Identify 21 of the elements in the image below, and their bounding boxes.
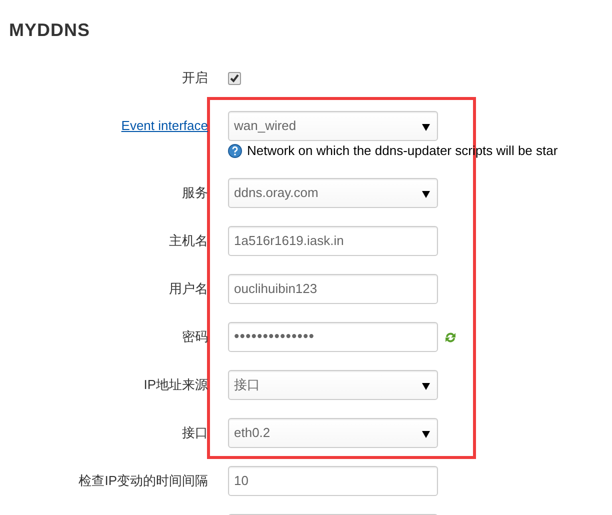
field-label: 开启 (182, 69, 208, 88)
dropdown-caret-icon (422, 123, 430, 131)
help-icon (228, 144, 242, 158)
text-input-field[interactable]: 10 (228, 466, 438, 496)
password-field[interactable]: •••••••••••••• (228, 322, 438, 352)
dropdown-caret-icon (422, 430, 430, 438)
text-input-field[interactable]: ouclihuibin123 (228, 274, 438, 304)
dropdown-caret-icon (422, 190, 430, 198)
dropdown-select[interactable]: wan_wired (228, 111, 438, 141)
field-label: 接口 (182, 424, 208, 442)
field-label: 用户名 (169, 280, 208, 298)
section-title: MYDDNS (9, 19, 90, 42)
dropdown-caret-icon (422, 382, 430, 390)
dropdown-select[interactable]: ddns.oray.com (228, 178, 438, 208)
refresh-icon[interactable] (444, 330, 457, 344)
dropdown-select[interactable]: eth0.2 (228, 418, 438, 448)
enable-checkbox[interactable] (228, 72, 241, 84)
field-label: 主机名 (169, 232, 208, 250)
dropdown-select[interactable]: 接口 (228, 370, 438, 400)
text-input-field[interactable]: 1a516r1619.iask.in (228, 226, 438, 256)
field-label: 检查IP变动的时间间隔 (78, 472, 208, 490)
